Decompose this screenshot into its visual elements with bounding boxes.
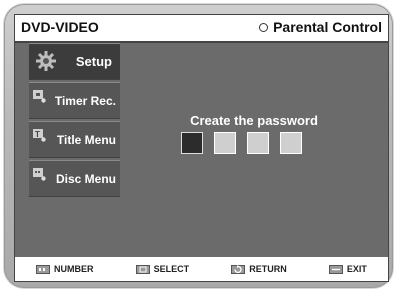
password-prompt: Create the password xyxy=(190,113,318,128)
menu-item-timer-rec[interactable]: Timer Rec. xyxy=(29,82,120,119)
menu-item-label: Title Menu xyxy=(56,133,116,147)
menu-item-label: Disc Menu xyxy=(55,172,116,186)
hint-return: RETURN xyxy=(231,264,287,274)
mode-label: Parental Control xyxy=(273,19,382,35)
gear-icon xyxy=(36,51,56,71)
app-title: DVD-VIDEO xyxy=(21,19,99,35)
title-menu-icon: T xyxy=(33,129,46,142)
mode-indicator: Parental Control xyxy=(259,19,382,35)
return-icon xyxy=(231,264,246,274)
exit-key-icon xyxy=(328,264,343,274)
number-key-icon xyxy=(36,264,51,274)
menu-item-title-menu[interactable]: T Title Menu xyxy=(29,121,120,158)
hint-label: RETURN xyxy=(249,264,287,274)
select-key-icon xyxy=(135,264,150,274)
menu-item-disc-menu[interactable]: Disc Menu xyxy=(29,160,120,197)
header-bar: DVD-VIDEO Parental Control xyxy=(15,15,388,43)
disc-menu-icon xyxy=(33,168,46,181)
osd-screen: DVD-VIDEO Parental Control Setup Timer R… xyxy=(14,14,389,282)
timer-rec-icon xyxy=(33,90,46,103)
menu-item-label: Timer Rec. xyxy=(54,94,116,108)
password-digit-box[interactable] xyxy=(280,132,302,154)
hint-select: SELECT xyxy=(135,264,190,274)
password-entry[interactable] xyxy=(181,132,313,154)
svg-text:T: T xyxy=(35,130,40,139)
hint-exit: EXIT xyxy=(328,264,367,274)
hint-number: NUMBER xyxy=(36,264,94,274)
menu-item-label: Setup xyxy=(75,54,112,69)
password-digit-box[interactable] xyxy=(181,132,203,154)
circle-icon xyxy=(259,22,269,32)
hint-label: NUMBER xyxy=(54,264,94,274)
main-panel: Create the password xyxy=(120,43,388,257)
hint-label: SELECT xyxy=(153,264,190,274)
password-digit-box[interactable] xyxy=(247,132,269,154)
menu-item-setup[interactable]: Setup xyxy=(29,43,120,80)
footer-hints: NUMBER SELECT RETURN EXIT xyxy=(15,257,388,281)
password-digit-box[interactable] xyxy=(214,132,236,154)
hint-label: EXIT xyxy=(346,264,367,274)
side-menu: Setup Timer Rec. T Title Menu Disc Menu xyxy=(29,43,120,199)
